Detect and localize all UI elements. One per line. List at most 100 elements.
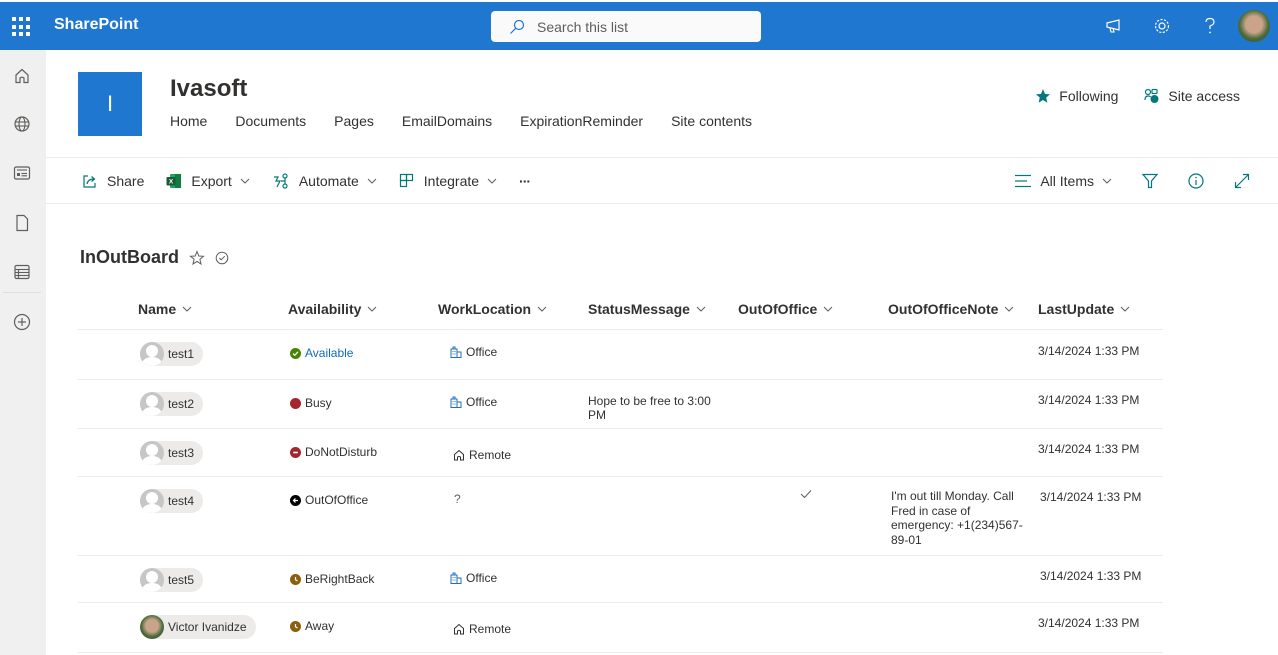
chevron-down-icon — [696, 306, 706, 312]
svg-text:X: X — [169, 179, 174, 186]
info-button[interactable] — [1188, 173, 1204, 189]
view-label: All Items — [1040, 173, 1094, 189]
person-chip[interactable]: test4 — [140, 489, 204, 513]
search-box[interactable] — [491, 11, 761, 42]
list-header: InOutBoard — [80, 247, 239, 268]
presence-status-icon — [290, 397, 301, 409]
table-row[interactable]: test5 BeRightBack Office 3/14/2024 1:33 PM — [78, 556, 1163, 603]
nav-site-contents[interactable]: Site contents — [671, 113, 752, 129]
person-chip[interactable]: Victor Ivanidze — [140, 615, 256, 639]
nav-home[interactable]: Home — [170, 113, 207, 129]
list-status-check-icon[interactable] — [215, 251, 229, 265]
integrate-button[interactable]: Integrate — [399, 173, 497, 189]
chevron-down-icon — [240, 178, 250, 184]
chevron-down-icon — [368, 306, 377, 312]
suite-bar: SharePoint — [0, 0, 1278, 50]
presence-status-icon — [290, 446, 301, 458]
list-view-icon — [1015, 174, 1032, 188]
name-cell: test1 — [140, 342, 204, 369]
globe-icon[interactable] — [11, 113, 33, 135]
nav-documents[interactable]: Documents — [235, 113, 306, 129]
column-header-outofofficenote[interactable]: OutOfOfficeNote — [888, 301, 1014, 317]
gear-icon[interactable] — [1138, 2, 1186, 50]
home-icon — [454, 449, 464, 461]
availability-cell: OutOfOffice — [290, 493, 368, 507]
worklocation-cell: ? — [450, 492, 461, 506]
following-button[interactable]: Following — [1035, 88, 1118, 104]
person-name: test4 — [168, 494, 195, 508]
worklocation-text: Office — [466, 571, 498, 585]
home-icon[interactable] — [11, 65, 33, 87]
availability-cell: BeRightBack — [290, 572, 374, 586]
view-selector[interactable]: All Items — [1015, 173, 1112, 189]
share-label: Share — [107, 173, 145, 189]
nav-pages[interactable]: Pages — [334, 113, 374, 129]
expand-icon — [1234, 173, 1250, 189]
worklocation-cell: Office — [450, 345, 497, 359]
worklocation-text: Office — [466, 345, 498, 359]
worklocation-cell: Office — [450, 395, 497, 409]
table-row[interactable]: test3 DoNotDisturb Remote 3/14/2024 1:33 PM — [78, 429, 1163, 477]
file-icon[interactable] — [11, 212, 33, 234]
person-name: test1 — [168, 347, 195, 361]
automate-button[interactable]: Automate — [272, 173, 377, 189]
lastupdate-cell: 3/14/2024 1:33 PM — [1038, 616, 1140, 630]
availability-cell: Away — [290, 619, 334, 633]
chevron-down-icon — [487, 178, 497, 184]
name-cell: test4 — [140, 489, 204, 516]
person-chip[interactable]: test2 — [140, 392, 204, 416]
search-input[interactable] — [537, 18, 737, 35]
list-icon[interactable] — [11, 261, 33, 283]
building-icon — [450, 346, 462, 358]
site-title[interactable]: Ivasoft — [170, 75, 247, 103]
table-row[interactable]: test2 Busy Office Hope to be free to 3:00 P… — [78, 380, 1163, 429]
share-button[interactable]: Share — [82, 173, 144, 189]
availability-text: BeRightBack — [305, 572, 375, 586]
automate-label: Automate — [298, 173, 359, 189]
filter-button[interactable] — [1142, 173, 1158, 189]
table-row[interactable]: test1 Available Office 3/14/2024 1:33 PM — [78, 330, 1163, 380]
avatar — [140, 615, 164, 639]
column-header-availability[interactable]: Availability — [288, 301, 377, 317]
column-header-worklocation[interactable]: WorkLocation — [438, 301, 547, 317]
app-name[interactable]: SharePoint — [54, 16, 138, 34]
availability-cell: Busy — [290, 396, 332, 410]
nav-emaildomains[interactable]: EmailDomains — [402, 113, 492, 129]
outofoffice-cell — [800, 488, 812, 502]
more-options-button[interactable]: ··· — [519, 173, 531, 189]
export-button[interactable]: X Export — [166, 173, 250, 189]
column-header-statusmessage[interactable]: StatusMessage — [588, 301, 706, 317]
person-chip[interactable]: test1 — [140, 342, 204, 366]
column-header-outofoffice[interactable]: OutOfOffice — [738, 301, 833, 317]
column-header-name[interactable]: Name — [138, 301, 192, 317]
worklocation-cell: Remote — [453, 622, 511, 636]
column-header-lastupdate[interactable]: LastUpdate — [1038, 301, 1130, 317]
person-chip[interactable]: test5 — [140, 568, 204, 592]
nav-expirationreminder[interactable]: ExpirationReminder — [520, 113, 643, 129]
chevron-down-icon — [1102, 178, 1112, 184]
avatar — [140, 568, 164, 592]
person-chip[interactable]: test3 — [140, 441, 204, 465]
site-logo[interactable]: I — [78, 72, 142, 136]
megaphone-icon[interactable] — [1090, 2, 1138, 50]
site-header: I Ivasoft Home Documents Pages EmailDoma… — [46, 50, 1278, 158]
user-avatar[interactable] — [1238, 10, 1270, 42]
add-circle-icon[interactable] — [11, 311, 33, 333]
lastupdate-cell: 3/14/2024 1:33 PM — [1038, 442, 1140, 456]
favorite-star-icon[interactable] — [189, 249, 205, 266]
expand-button[interactable] — [1234, 173, 1250, 189]
app-launcher-waffle-icon[interactable] — [12, 17, 32, 37]
site-access-button[interactable]: Site access — [1144, 88, 1240, 104]
help-icon[interactable] — [1186, 2, 1234, 50]
lastupdate-cell: 3/14/2024 1:33 PM — [1040, 569, 1142, 583]
worklocation-text: Office — [466, 395, 498, 409]
news-icon[interactable] — [11, 162, 33, 184]
lastupdate-cell: 3/14/2024 1:33 PM — [1040, 490, 1142, 504]
worklocation-cell: Remote — [453, 448, 511, 462]
presence-status-icon — [290, 573, 301, 585]
table-row[interactable]: Victor Ivanidze Away Remote 3/14/2024 1:33 … — [78, 603, 1163, 653]
outofofficenote-cell: I'm out till Monday. Call Fred in case o… — [891, 489, 1023, 547]
avatar — [140, 441, 164, 465]
worklocation-text: Remote — [469, 448, 512, 462]
table-row[interactable]: test4 OutOfOffice? I'm out till Monday. Ca… — [78, 477, 1163, 556]
